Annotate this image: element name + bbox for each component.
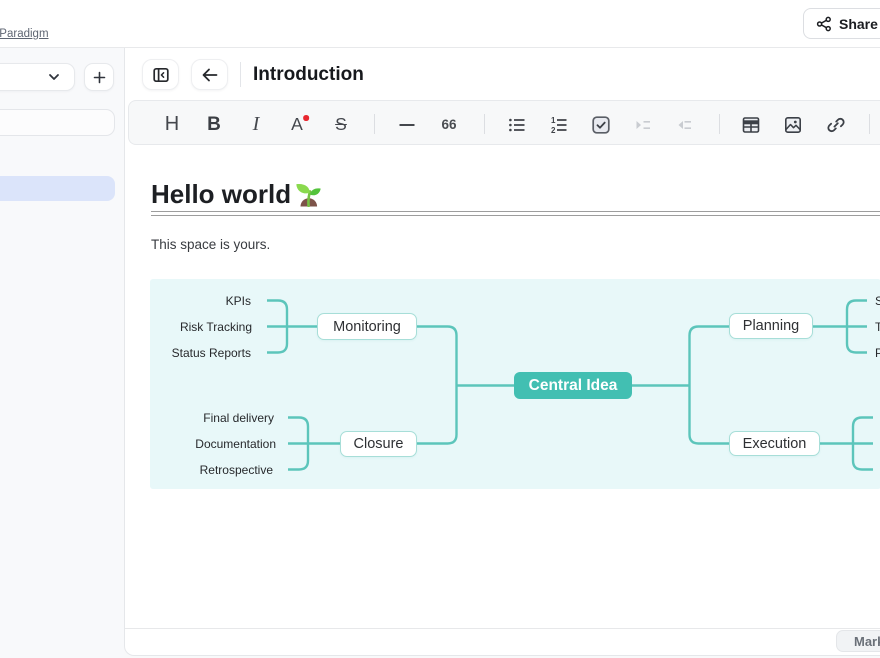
svg-text:2: 2 (551, 126, 556, 135)
svg-text:1: 1 (551, 116, 556, 125)
